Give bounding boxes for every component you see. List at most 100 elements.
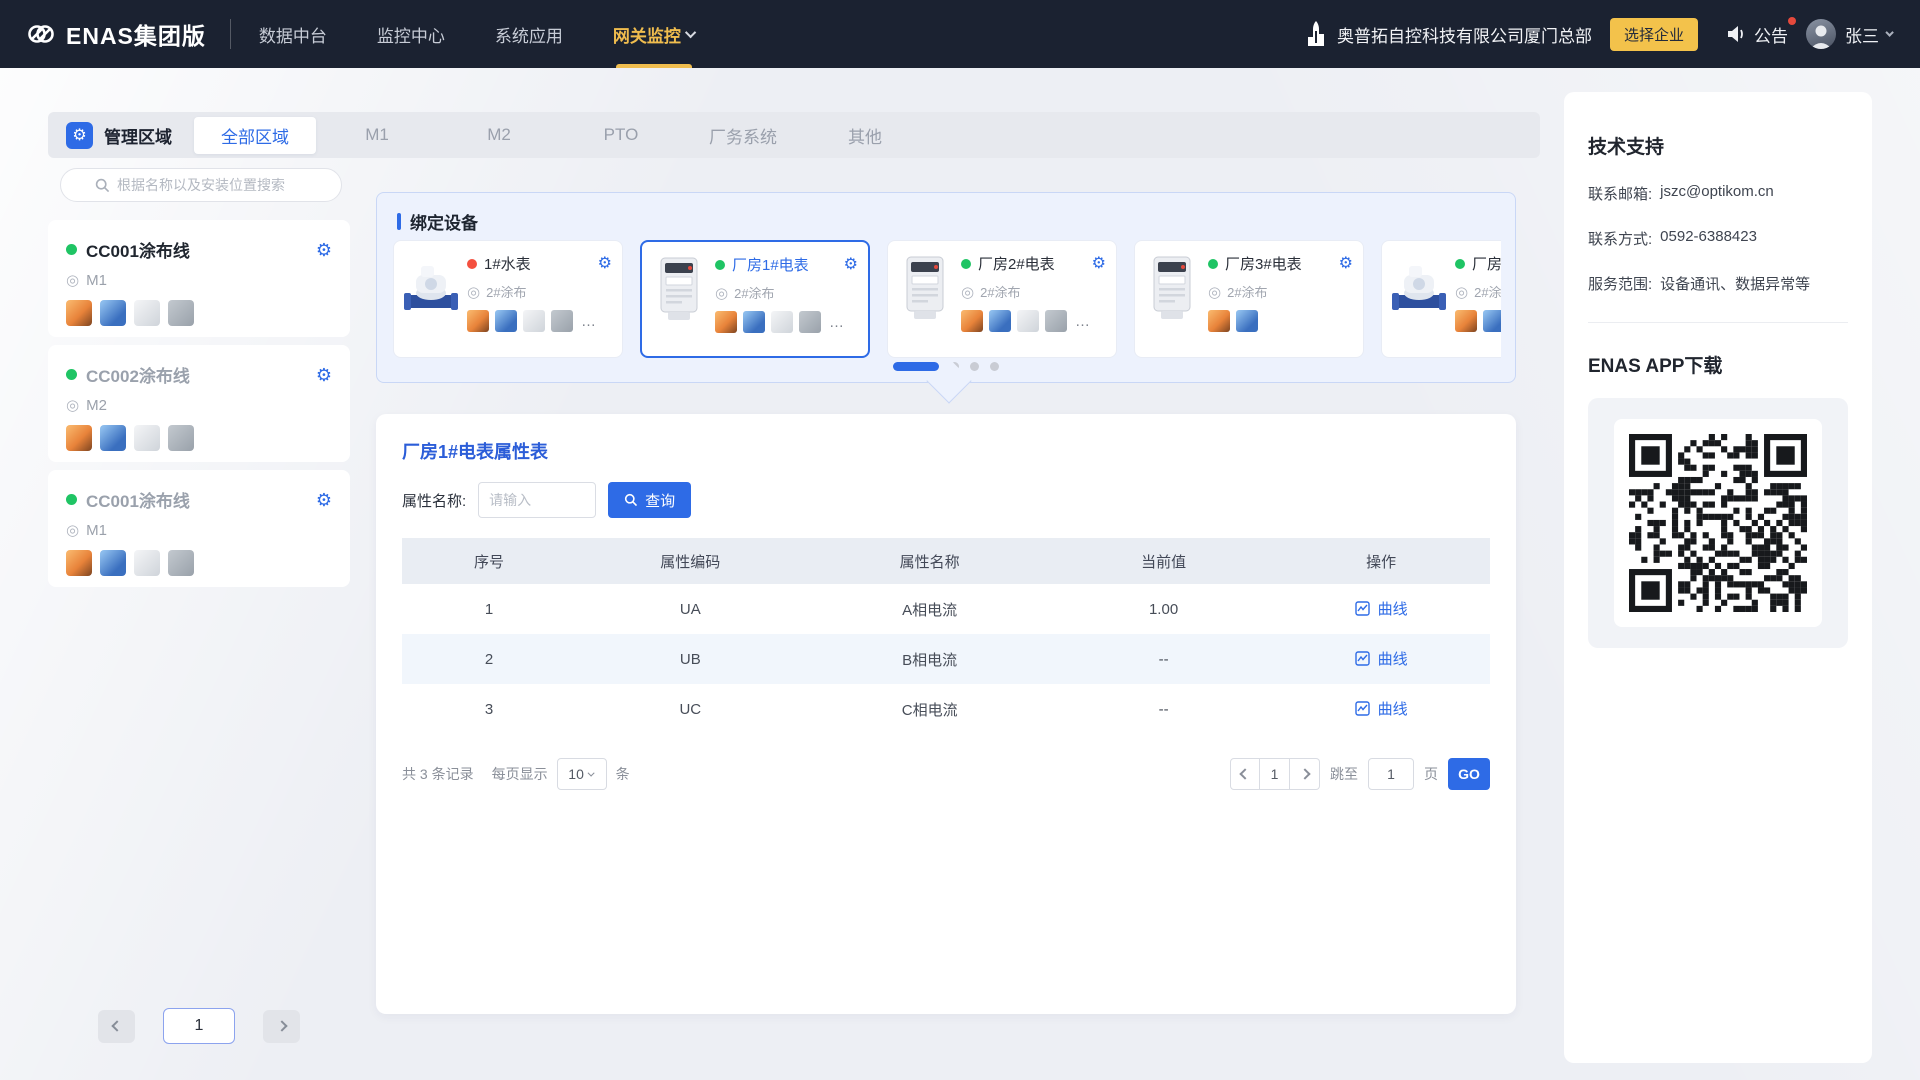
tab-factory-system[interactable]: 厂务系统 (682, 117, 804, 154)
thumbnail-image[interactable] (1045, 310, 1067, 332)
menu-item-gateway-monitor[interactable]: 网关监控 (613, 0, 697, 68)
menu-item-system-apps[interactable]: 系统应用 (495, 0, 563, 68)
device-location: 2#涂布 (734, 286, 775, 301)
thumbnail-image[interactable] (771, 311, 793, 333)
thumbnail-image[interactable] (134, 425, 160, 451)
prev-page-button[interactable] (1230, 758, 1260, 790)
next-page-button[interactable] (1290, 758, 1320, 790)
line-location: M1 (86, 521, 107, 539)
thumbnail-image[interactable] (66, 300, 92, 326)
jump-page-input[interactable] (1368, 758, 1414, 790)
device-name: 厂房3#电表 (1225, 256, 1302, 273)
carousel-dot[interactable] (990, 362, 999, 371)
thumbnail-image[interactable] (100, 300, 126, 326)
sidebar-page-input[interactable] (163, 1008, 235, 1044)
thumbnail-row: … (715, 311, 858, 333)
thumbnail-image[interactable] (523, 310, 545, 332)
attribute-name-input[interactable] (478, 482, 597, 518)
curve-link-label: 曲线 (1377, 601, 1408, 618)
prev-page-button[interactable] (98, 1009, 135, 1043)
location-icon: ◎ (1208, 283, 1222, 301)
carousel-dot[interactable] (970, 362, 979, 371)
thumbnail-image[interactable] (961, 310, 983, 332)
device-card-plant2-water-meter[interactable]: 厂房2#水表 ◎ 2#涂布 (1381, 240, 1501, 358)
announcement-button[interactable]: 公告 (1726, 16, 1796, 47)
main-menu: 数据中台 监控中心 系统应用 网关监控 (259, 0, 697, 68)
curve-link-label: 曲线 (1377, 651, 1408, 668)
query-button[interactable]: 查询 (608, 482, 692, 518)
line-card-cc001-b[interactable]: CC001涂布线 ⚙ ◎ M1 (48, 470, 350, 587)
curve-link[interactable]: 曲线 (1354, 698, 1408, 719)
device-name: 1#水表 (484, 256, 531, 273)
thumbnail-image[interactable] (1236, 310, 1258, 332)
menu-item-data-platform[interactable]: 数据中台 (259, 0, 327, 68)
per-page-value: 10 (568, 766, 584, 782)
thumbnail-image[interactable] (715, 311, 737, 333)
thumbnail-image[interactable] (168, 425, 194, 451)
table-row: 1 UA A相电流 1.00 曲线 (402, 584, 1490, 634)
gear-icon[interactable]: ⚙ (316, 241, 332, 259)
thumbnail-image[interactable] (134, 550, 160, 576)
thumbnail-image[interactable] (1455, 310, 1477, 332)
thumbnail-image[interactable] (100, 425, 126, 451)
line-name: CC001涂布线 (86, 492, 190, 511)
total-records: 共 3 条记录 (402, 766, 474, 782)
device-card-water-meter-1[interactable]: 1#水表 ⚙ ◎ 2#涂布 … (393, 240, 623, 358)
qr-code-card (1614, 419, 1822, 627)
location-icon: ◎ (715, 284, 729, 302)
gear-icon[interactable]: ⚙ (316, 491, 332, 509)
next-page-button[interactable] (263, 1009, 300, 1043)
status-dot (715, 259, 725, 270)
current-page: 1 (1260, 758, 1290, 790)
tab-m1[interactable]: M1 (316, 119, 438, 151)
announcement-label: 公告 (1754, 26, 1788, 46)
gear-icon[interactable]: ⚙ (1339, 255, 1353, 272)
more-ellipsis: … (1075, 312, 1091, 330)
company-name: 奥普拓自控科技有限公司厦门总部 (1336, 26, 1592, 46)
thumbnail-image[interactable] (168, 550, 194, 576)
carousel-dot-active[interactable] (893, 362, 939, 371)
line-search-input[interactable] (117, 177, 307, 193)
thumbnail-image[interactable] (467, 310, 489, 332)
gear-icon[interactable]: ⚙ (598, 255, 612, 272)
line-card-cc001[interactable]: CC001涂布线 ⚙ ◎ M1 (48, 220, 350, 337)
thumbnail-image[interactable] (743, 311, 765, 333)
device-card-plant2-electric-meter[interactable]: 厂房2#电表 ⚙ ◎ 2#涂布 … (887, 240, 1117, 358)
thumbnail-image[interactable] (66, 425, 92, 451)
thumbnail-image[interactable] (495, 310, 517, 332)
per-page-select[interactable]: 10 (556, 758, 607, 790)
line-card-cc002[interactable]: CC002涂布线 ⚙ ◎ M2 (48, 345, 350, 462)
gear-icon[interactable]: ⚙ (316, 366, 332, 384)
gear-icon[interactable]: ⚙ (1092, 255, 1106, 272)
thumbnail-image[interactable] (1483, 310, 1501, 332)
device-card-plant1-electric-meter[interactable]: 厂房1#电表 ⚙ ◎ 2#涂布 … (640, 240, 870, 358)
electric-meter-image (906, 256, 944, 319)
thumbnail-image[interactable] (989, 310, 1011, 332)
user-menu[interactable]: 张三 (1806, 19, 1894, 49)
device-card-plant3-electric-meter[interactable]: 厂房3#电表 ⚙ ◎ 2#涂布 (1134, 240, 1364, 358)
thumbnail-row: … (467, 310, 612, 332)
thumbnail-image[interactable] (799, 311, 821, 333)
menu-item-label: 系统应用 (494, 26, 563, 46)
thumbnail-image[interactable] (551, 310, 573, 332)
cell-value: -- (1158, 700, 1169, 718)
thumbnail-image[interactable] (1208, 310, 1230, 332)
tab-other[interactable]: 其他 (804, 117, 926, 154)
status-dot (1455, 258, 1465, 269)
tab-m2[interactable]: M2 (438, 119, 560, 151)
thumbnail-image[interactable] (66, 550, 92, 576)
thumbnail-image[interactable] (134, 300, 160, 326)
thumbnail-image[interactable] (168, 300, 194, 326)
thumbnail-image[interactable] (100, 550, 126, 576)
curve-link[interactable]: 曲线 (1354, 648, 1408, 669)
menu-item-monitor-center[interactable]: 监控中心 (377, 0, 445, 68)
thumbnail-image[interactable] (1017, 310, 1039, 332)
device-location: 2#涂布 (1227, 285, 1268, 300)
gear-icon[interactable]: ⚙ (844, 256, 858, 273)
tab-all-regions[interactable]: 全部区域 (194, 116, 316, 154)
select-company-button[interactable]: 选择企业 (1609, 17, 1698, 51)
go-button[interactable]: GO (1448, 758, 1490, 790)
tab-pto[interactable]: PTO (560, 119, 682, 151)
curve-link[interactable]: 曲线 (1354, 598, 1408, 619)
chart-icon (1354, 601, 1370, 616)
